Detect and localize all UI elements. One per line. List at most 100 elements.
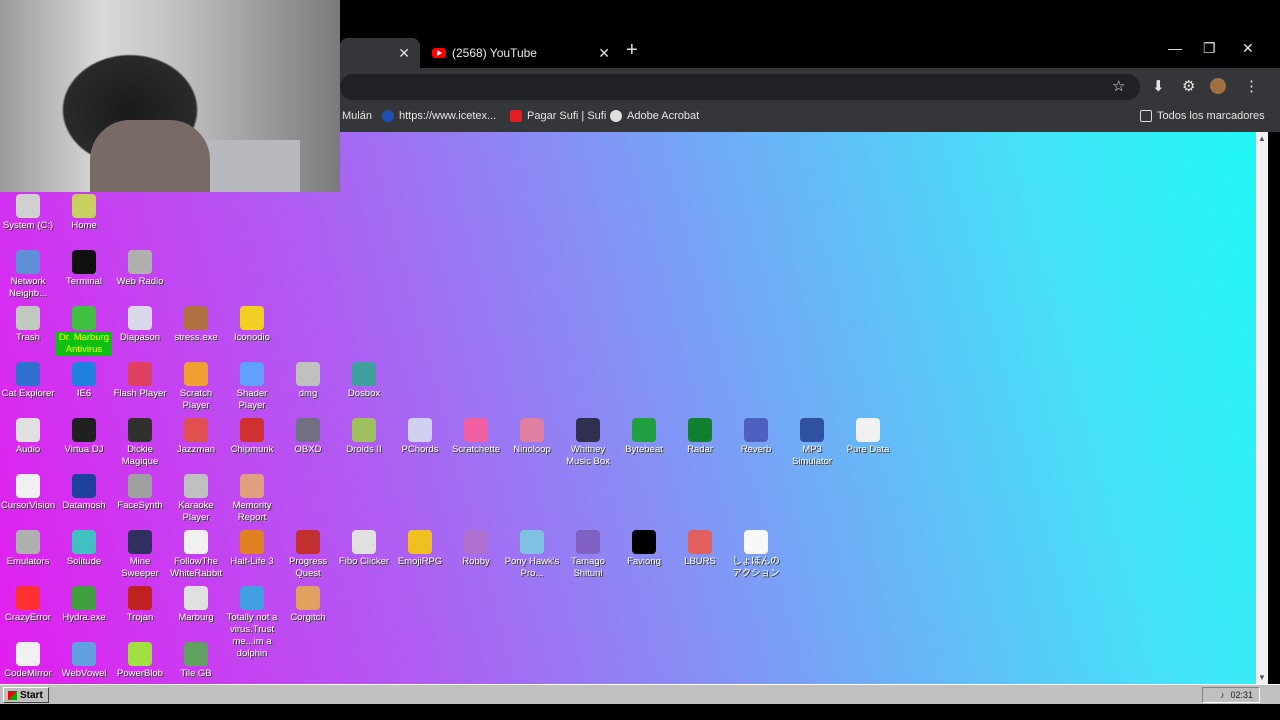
- scroll-down-icon[interactable]: ▼: [1258, 673, 1266, 682]
- bookmark-adobe-acrobat[interactable]: Adobe Acrobat: [610, 110, 699, 122]
- app-icon: [464, 530, 488, 554]
- desktop-icon[interactable]: Flash Player: [112, 362, 168, 400]
- download-icon[interactable]: ⬇: [1152, 77, 1165, 95]
- desktop-icon-label: Memority Report: [232, 500, 272, 523]
- desktop-icon[interactable]: Droids II: [336, 418, 392, 456]
- desktop-icon[interactable]: MP3 Simulator: [784, 418, 840, 468]
- desktop-icon[interactable]: Dickie Magique: [112, 418, 168, 468]
- desktop-icon[interactable]: Dr. Marburg Antivirus: [56, 306, 112, 356]
- desktop-icon[interactable]: Solitude: [56, 530, 112, 568]
- desktop-icon[interactable]: WebVowel: [56, 642, 112, 680]
- desktop-icon[interactable]: stress.exe: [168, 306, 224, 344]
- desktop-icon-label: WebVowel: [61, 668, 107, 679]
- desktop-icon[interactable]: Ninoloop: [504, 418, 560, 456]
- desktop-icon[interactable]: IE6: [56, 362, 112, 400]
- desktop-icon[interactable]: Terminal: [56, 250, 112, 288]
- desktop-icon[interactable]: LBURS: [672, 530, 728, 568]
- desktop-icon[interactable]: Trojan: [112, 586, 168, 624]
- desktop-icon[interactable]: Corgitch: [280, 586, 336, 624]
- tab-close-icon[interactable]: ✕: [398, 45, 410, 62]
- youtube-icon: [432, 48, 446, 58]
- tab-youtube[interactable]: (2568) YouTube ✕: [424, 38, 620, 68]
- desktop-icon-label: Emulators: [6, 556, 50, 567]
- desktop-icon[interactable]: Home: [56, 194, 112, 232]
- desktop-icon[interactable]: CrazyError: [0, 586, 56, 624]
- desktop-icon[interactable]: Totally not a virus.Trust me...im a dolp…: [224, 586, 280, 660]
- desktop-icon[interactable]: Mine Sweeper: [112, 530, 168, 580]
- desktop-icon[interactable]: CursorVision: [0, 474, 56, 512]
- vertical-scrollbar[interactable]: ▲ ▼: [1256, 132, 1268, 684]
- desktop-icon[interactable]: Diapason: [112, 306, 168, 344]
- desktop-icon[interactable]: Faviong: [616, 530, 672, 568]
- desktop-icon[interactable]: System (C:): [0, 194, 56, 232]
- desktop-icon[interactable]: Iconodio: [224, 306, 280, 344]
- restore-icon[interactable]: ❐: [1203, 40, 1216, 57]
- desktop-icon-label: CodeMirror: [4, 668, 52, 679]
- scroll-up-icon[interactable]: ▲: [1258, 134, 1266, 143]
- app-icon: [520, 418, 544, 442]
- app-icon: [800, 418, 824, 442]
- desktop-icon[interactable]: Whitney Music Box: [560, 418, 616, 468]
- minimize-icon[interactable]: —: [1168, 40, 1182, 56]
- bookmark-icetex[interactable]: https://www.icetex...: [382, 110, 496, 122]
- desktop-icon[interactable]: Emulators: [0, 530, 56, 568]
- desktop-icon[interactable]: Network Neighb...: [0, 250, 56, 300]
- desktop-icon[interactable]: FollowThe WhiteRabbit: [168, 530, 224, 580]
- desktop-icon[interactable]: Trash: [0, 306, 56, 344]
- tab-close-icon[interactable]: ✕: [598, 45, 610, 62]
- desktop-icon[interactable]: Hydra.exe: [56, 586, 112, 624]
- desktop-icon[interactable]: EmojiRPG: [392, 530, 448, 568]
- window-close-icon[interactable]: ✕: [1242, 40, 1254, 57]
- desktop-icon[interactable]: Bytebeat: [616, 418, 672, 456]
- app-icon: [296, 362, 320, 386]
- desktop-icon[interactable]: Audio: [0, 418, 56, 456]
- desktop-icon[interactable]: CodeMirror: [0, 642, 56, 680]
- desktop-icon[interactable]: Chipmunk: [224, 418, 280, 456]
- desktop-icon[interactable]: PChords: [392, 418, 448, 456]
- desktop-icon-label: Mine Sweeper: [121, 556, 159, 579]
- desktop-icon[interactable]: Dosbox: [336, 362, 392, 400]
- desktop-icon[interactable]: OBXD: [280, 418, 336, 456]
- desktop-icon-label: Tile GB: [180, 668, 212, 679]
- bookmark-sufi[interactable]: Pagar Sufi | Sufi: [510, 110, 606, 122]
- desktop-icon[interactable]: Reverb: [728, 418, 784, 456]
- desktop-icon[interactable]: Scratchette: [448, 418, 504, 456]
- desktop-icon[interactable]: Shader Player: [224, 362, 280, 412]
- desktop-icon[interactable]: Jazzman: [168, 418, 224, 456]
- desktop-icon-label: Dr. Marburg Antivirus: [56, 332, 112, 356]
- desktop-icon[interactable]: Fibo Clicker: [336, 530, 392, 568]
- desktop-icon[interactable]: しょぼんのアクション: [728, 530, 784, 580]
- desktop-icon[interactable]: Datamosh: [56, 474, 112, 512]
- desktop-icon[interactable]: Cat Explorer: [0, 362, 56, 400]
- bookmark-mulan[interactable]: Mulán: [342, 110, 372, 122]
- desktop-icon[interactable]: PowerBlob: [112, 642, 168, 680]
- desktop-icon[interactable]: Web Radio: [112, 250, 168, 288]
- bookmark-all-folder[interactable]: Todos los marcadores: [1140, 110, 1265, 122]
- desktop-icon[interactable]: Karaoke Player: [168, 474, 224, 524]
- desktop-icon[interactable]: Radar: [672, 418, 728, 456]
- desktop-icon[interactable]: FaceSynth: [112, 474, 168, 512]
- address-bar[interactable]: [340, 74, 1140, 100]
- desktop-icon[interactable]: Pure Data: [840, 418, 896, 456]
- desktop-icon[interactable]: Virtua DJ: [56, 418, 112, 456]
- menu-dots-icon[interactable]: ⋮: [1244, 77, 1259, 95]
- new-tab-button[interactable]: +: [626, 40, 638, 60]
- desktop-icon[interactable]: Pony Hawk's Pro...: [504, 530, 560, 580]
- extension-icon[interactable]: ⚙: [1182, 77, 1195, 95]
- desktop-icon[interactable]: Progress Quest: [280, 530, 336, 580]
- profile-avatar[interactable]: [1210, 78, 1226, 94]
- speaker-icon[interactable]: ♪: [1220, 690, 1225, 700]
- desktop-icon[interactable]: Marburg: [168, 586, 224, 624]
- desktop-icon[interactable]: Tile GB: [168, 642, 224, 680]
- tab-inactive[interactable]: ✕: [340, 38, 420, 68]
- desktop-icon[interactable]: Robby: [448, 530, 504, 568]
- app-icon: [688, 418, 712, 442]
- desktop-icon[interactable]: Memority Report: [224, 474, 280, 524]
- desktop-icon[interactable]: Half-Life 3: [224, 530, 280, 568]
- start-button[interactable]: Start: [3, 687, 49, 703]
- app-icon: [128, 418, 152, 442]
- desktop-icon[interactable]: dmg: [280, 362, 336, 400]
- desktop-icon[interactable]: Scratch Player: [168, 362, 224, 412]
- desktop-icon[interactable]: Tamago Shituni: [560, 530, 616, 580]
- star-icon[interactable]: ☆: [1112, 77, 1125, 95]
